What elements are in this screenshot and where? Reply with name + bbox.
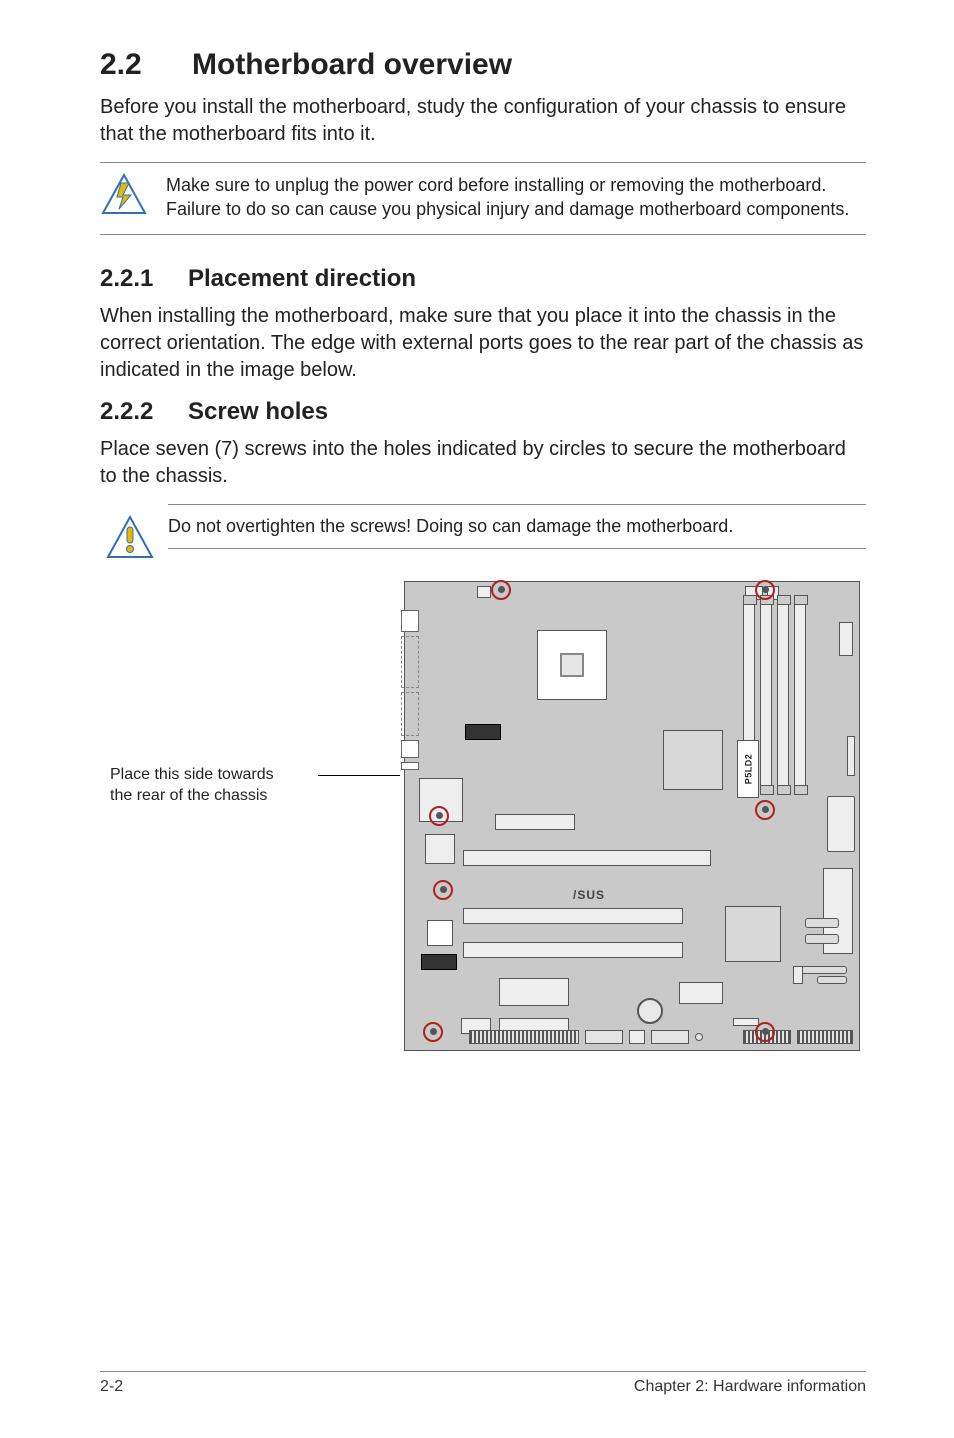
cmos-battery (637, 998, 663, 1024)
screw-hole (755, 800, 775, 820)
southbridge-chip (725, 906, 781, 962)
caution-text: Do not overtighten the screws! Doing so … (168, 504, 866, 549)
model-label: P5LD2 (743, 754, 753, 785)
heading-number: 2.2 (100, 48, 192, 82)
subheading-screws: 2.2.2Screw holes (100, 398, 866, 426)
page-footer: 2-2 Chapter 2: Hardware information (100, 1371, 866, 1396)
pci-slot-1 (463, 908, 683, 924)
audio-header (421, 954, 457, 970)
pci-slot-2 (463, 942, 683, 958)
side-label-line2: the rear of the chassis (110, 787, 267, 804)
screw-hole (423, 1022, 443, 1042)
footer-page: 2-2 (100, 1378, 123, 1396)
heading-title: Motherboard overview (192, 48, 512, 81)
screw-hole (755, 580, 775, 600)
screw-hole (755, 1022, 775, 1042)
screws-title: Screw holes (188, 398, 328, 425)
bottom-header-row (469, 1030, 703, 1044)
warning-text: Make sure to unplug the power cord befor… (166, 173, 866, 222)
screws-number: 2.2.2 (100, 398, 188, 426)
side-label-line1: Place this side towards (110, 766, 274, 783)
cpu-socket (537, 630, 607, 700)
sata-port-1 (805, 918, 839, 928)
motherboard-outline: P5LD2 /SUS (404, 581, 860, 1051)
subheading-placement: 2.2.1Placement direction (100, 265, 866, 293)
small-chip (477, 586, 491, 598)
bottom-mini-2 (733, 1018, 759, 1026)
footer-chapter: Chapter 2: Hardware information (634, 1378, 866, 1396)
pcie-x1-slot (495, 814, 575, 830)
sata-port-2 (805, 934, 839, 944)
edge-connector (847, 736, 855, 776)
atx-aux (839, 622, 853, 656)
warning-callout: Make sure to unplug the power cord befor… (100, 162, 866, 235)
screw-hole (429, 806, 449, 826)
bolt-icon (100, 173, 148, 215)
intro-paragraph: Before you install the motherboard, stud… (100, 94, 866, 148)
screw-hole (433, 880, 453, 900)
caution-icon (106, 515, 154, 563)
leader-line (318, 775, 400, 776)
placement-title: Placement direction (188, 265, 416, 292)
power-connector (465, 724, 501, 740)
page-heading: 2.2Motherboard overview (100, 48, 866, 82)
rear-io-block (401, 610, 419, 772)
fdd-connector (827, 796, 855, 852)
super-io-chip (499, 978, 569, 1006)
placement-number: 2.2.1 (100, 265, 188, 293)
motherboard-figure: Place this side towards the rear of the … (100, 581, 866, 1101)
figure-side-label: Place this side towards the rear of the … (110, 765, 274, 807)
pcie-x16-slot (463, 850, 711, 866)
screws-body: Place seven (7) screws into the holes in… (100, 436, 866, 490)
sata-port-3 (801, 966, 847, 974)
brand-silk: /SUS (573, 888, 605, 902)
sata-port-4 (817, 976, 847, 984)
jumper-block (793, 966, 803, 984)
northbridge-chip (663, 730, 723, 790)
small-chip-2 (425, 834, 455, 864)
screw-hole (491, 580, 511, 600)
audio-chip (427, 920, 453, 946)
placement-body: When installing the motherboard, make su… (100, 303, 866, 384)
model-chip: P5LD2 (737, 740, 759, 798)
bios-chip (679, 982, 723, 1004)
